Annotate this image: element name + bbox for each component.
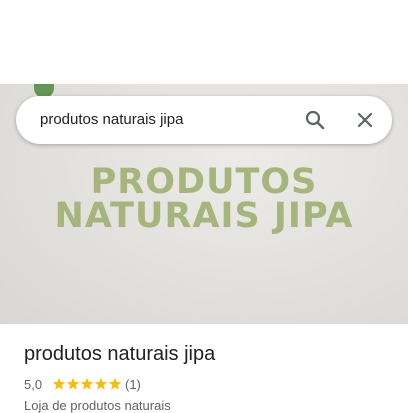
star-icon [94, 377, 108, 390]
search-icon[interactable] [303, 108, 327, 132]
review-count[interactable]: (1) [125, 377, 141, 392]
star-icon [108, 377, 122, 390]
search-input[interactable]: produtos naturais jipa [40, 111, 183, 128]
photo-text-line1: PRODUTOS [90, 162, 318, 202]
close-icon[interactable] [353, 108, 377, 132]
photo-text-line2: NATURAIS JIPA [54, 196, 354, 236]
top-blank-area [0, 0, 408, 84]
star-icon [66, 377, 80, 390]
star-icon [52, 377, 66, 390]
star-icon [80, 377, 94, 390]
search-bar[interactable]: produtos naturais jipa [16, 96, 392, 144]
place-title: produtos naturais jipa [24, 343, 216, 365]
star-rating [52, 377, 122, 390]
place-category: Loja de produtos naturais [24, 398, 171, 413]
rating-value: 5,0 [24, 377, 43, 392]
place-info-panel: produtos naturais jipa 5,0 (1) Loja de p… [0, 324, 408, 413]
